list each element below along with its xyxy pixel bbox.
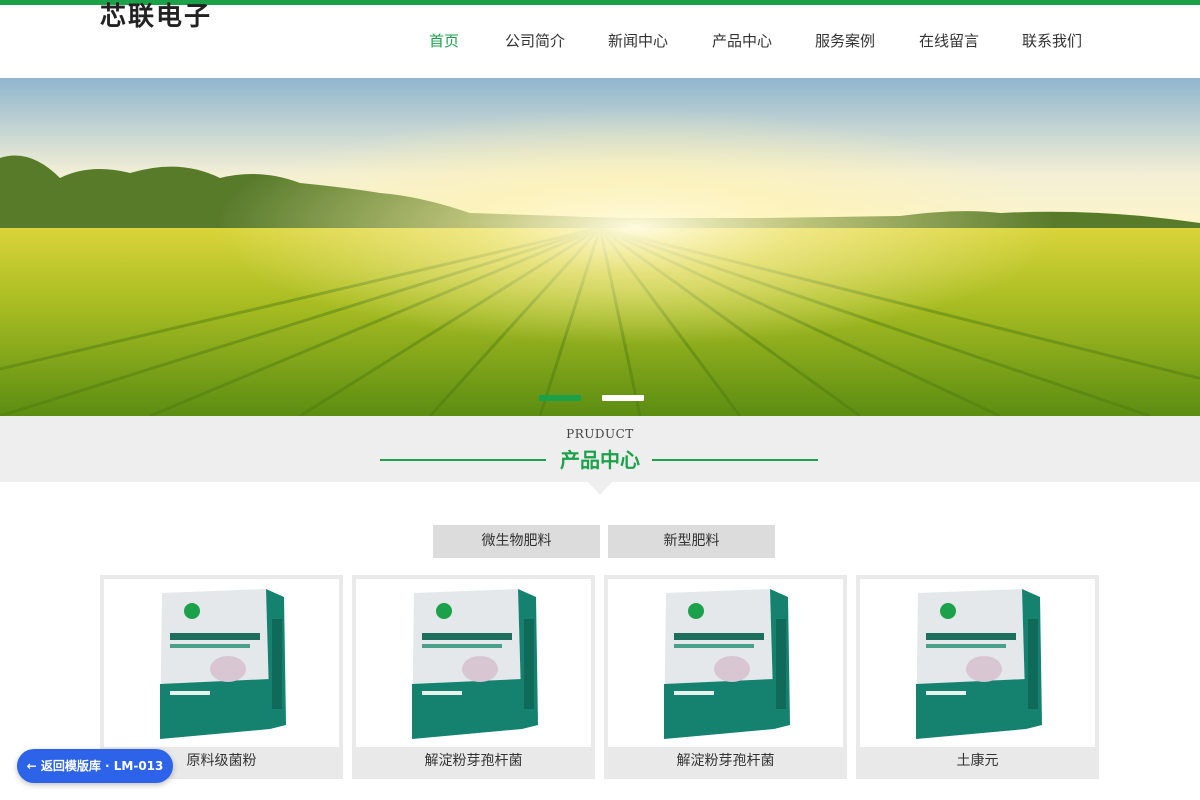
tab-new-fertilizer[interactable]: 新型肥料: [608, 525, 775, 558]
product-name[interactable]: 解淀粉芽孢杆菌: [352, 751, 595, 771]
site-logo[interactable]: 芯联电子: [100, 0, 212, 34]
slider-dot-2[interactable]: [602, 395, 644, 401]
site-header: 芯联电子 首页 公司简介 新闻中心 产品中心 服务案例 在线留言 联系我们: [0, 2, 1200, 78]
section-pointer: [588, 482, 612, 495]
product-section-header: PRUDUCT 产品中心: [0, 416, 1200, 482]
fertilizer-bag-icon: [160, 589, 286, 739]
product-name[interactable]: 土康元: [856, 751, 1099, 771]
nav-item-products[interactable]: 产品中心: [712, 31, 772, 51]
nav-item-about[interactable]: 公司简介: [505, 31, 565, 51]
fertilizer-bag-icon: [664, 589, 790, 739]
section-title: 产品中心: [560, 448, 640, 472]
product-card[interactable]: 解淀粉芽孢杆菌: [352, 575, 595, 779]
nav-item-contact[interactable]: 联系我们: [1022, 31, 1082, 51]
product-name[interactable]: 解淀粉芽孢杆菌: [604, 751, 847, 771]
product-image: [608, 579, 843, 747]
slider-dot-1[interactable]: [539, 395, 581, 401]
product-image: [104, 579, 339, 747]
fertilizer-bag-icon: [412, 589, 538, 739]
fertilizer-bag-icon: [916, 589, 1042, 739]
nav-item-news[interactable]: 新闻中心: [608, 31, 668, 51]
product-card[interactable]: 解淀粉芽孢杆菌: [604, 575, 847, 779]
product-card[interactable]: 土康元: [856, 575, 1099, 779]
product-image: [356, 579, 591, 747]
farm-field-image: [0, 78, 1200, 416]
back-to-templates-button[interactable]: ← 返回模版库 · LM-013: [17, 749, 173, 783]
hero-banner[interactable]: [0, 78, 1200, 416]
nav-item-message[interactable]: 在线留言: [919, 31, 979, 51]
tab-microbial-fertilizer[interactable]: 微生物肥料: [433, 525, 600, 558]
nav-item-cases[interactable]: 服务案例: [815, 31, 875, 51]
nav-item-home[interactable]: 首页: [429, 31, 459, 51]
section-subtitle-en: PRUDUCT: [566, 427, 634, 441]
product-image: [860, 579, 1095, 747]
divider-right: [652, 459, 818, 461]
